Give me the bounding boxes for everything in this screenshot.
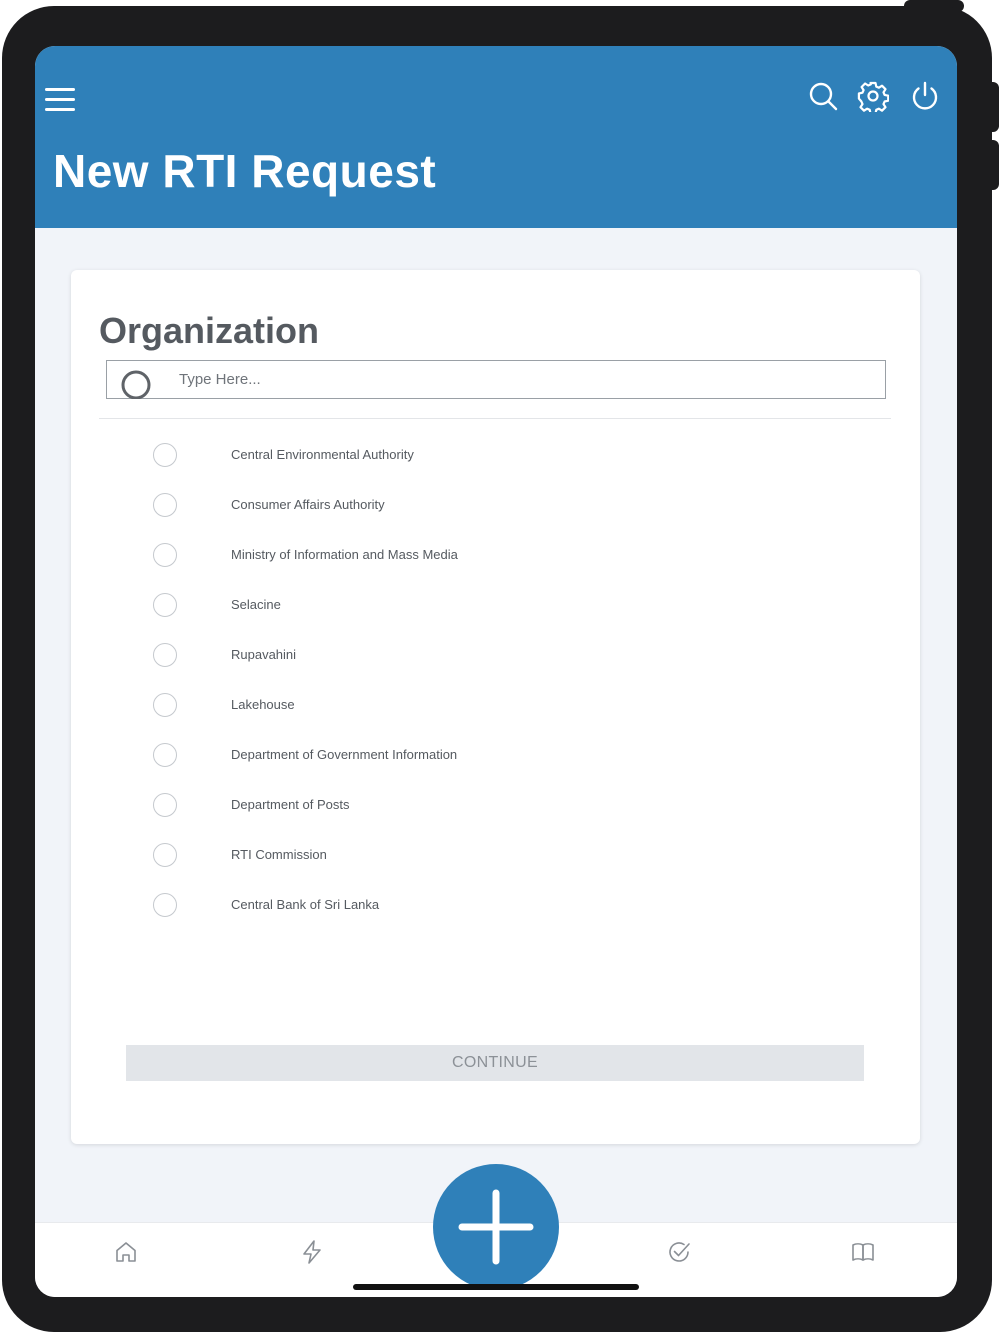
radio-button[interactable] [153,543,177,567]
continue-button[interactable]: CONTINUE [126,1045,864,1081]
gear-icon[interactable] [857,80,890,115]
organization-search-input[interactable] [179,365,869,393]
organization-option[interactable]: Rupavahini [71,630,920,680]
organization-list: Central Environmental Authority Consumer… [71,430,920,930]
radio-button[interactable] [153,843,177,867]
radio-button[interactable] [153,593,177,617]
page-title: New RTI Request [53,145,437,197]
bolt-icon[interactable] [299,1239,329,1269]
check-circle-icon[interactable] [666,1239,696,1269]
organization-option-label: Department of Posts [231,797,350,812]
home-indicator[interactable] [353,1284,639,1290]
organization-option[interactable]: Department of Posts [71,780,920,830]
organization-option[interactable]: Central Environmental Authority [71,430,920,480]
organization-option-label: Central Environmental Authority [231,447,414,462]
organization-search-box [106,360,886,400]
menu-icon[interactable] [43,86,77,116]
radio-button[interactable] [153,493,177,517]
organization-option[interactable]: Ministry of Information and Mass Media [71,530,920,580]
organization-option-label: Lakehouse [231,697,295,712]
organization-option[interactable]: Consumer Affairs Authority [71,480,920,530]
plus-icon [458,1189,534,1265]
organization-option[interactable]: Department of Government Information [71,730,920,780]
organization-option[interactable]: Lakehouse [71,680,920,730]
organization-option-label: Consumer Affairs Authority [231,497,385,512]
organization-option[interactable]: RTI Commission [71,830,920,880]
organization-option-label: RTI Commission [231,847,327,862]
organization-option[interactable]: Central Bank of Sri Lanka [71,880,920,930]
search-icon[interactable] [807,80,839,112]
radio-button[interactable] [153,793,177,817]
radio-button[interactable] [153,693,177,717]
organization-option-label: Selacine [231,597,281,612]
organization-option-label: Department of Government Information [231,747,458,762]
organization-card: Organization Central Environmental Autho… [71,270,920,1144]
book-icon[interactable] [850,1239,880,1269]
home-icon[interactable] [113,1239,143,1269]
organization-option[interactable]: Selacine [71,580,920,630]
section-heading: Organization [99,310,320,351]
divider [99,418,891,419]
radio-button[interactable] [153,643,177,667]
radio-button[interactable] [153,893,177,917]
app-header: New RTI Request [35,46,957,228]
radio-button[interactable] [153,443,177,467]
organization-option-label: Ministry of Information and Mass Media [231,547,458,562]
power-icon[interactable] [909,80,941,112]
organization-option-label: Central Bank of Sri Lanka [231,897,380,912]
add-request-button[interactable] [433,1164,559,1290]
search-icon [119,367,155,400]
organization-option-label: Rupavahini [231,647,297,662]
radio-button[interactable] [153,743,177,767]
app-screen: New RTI Request Organization Central Env… [35,46,957,1297]
